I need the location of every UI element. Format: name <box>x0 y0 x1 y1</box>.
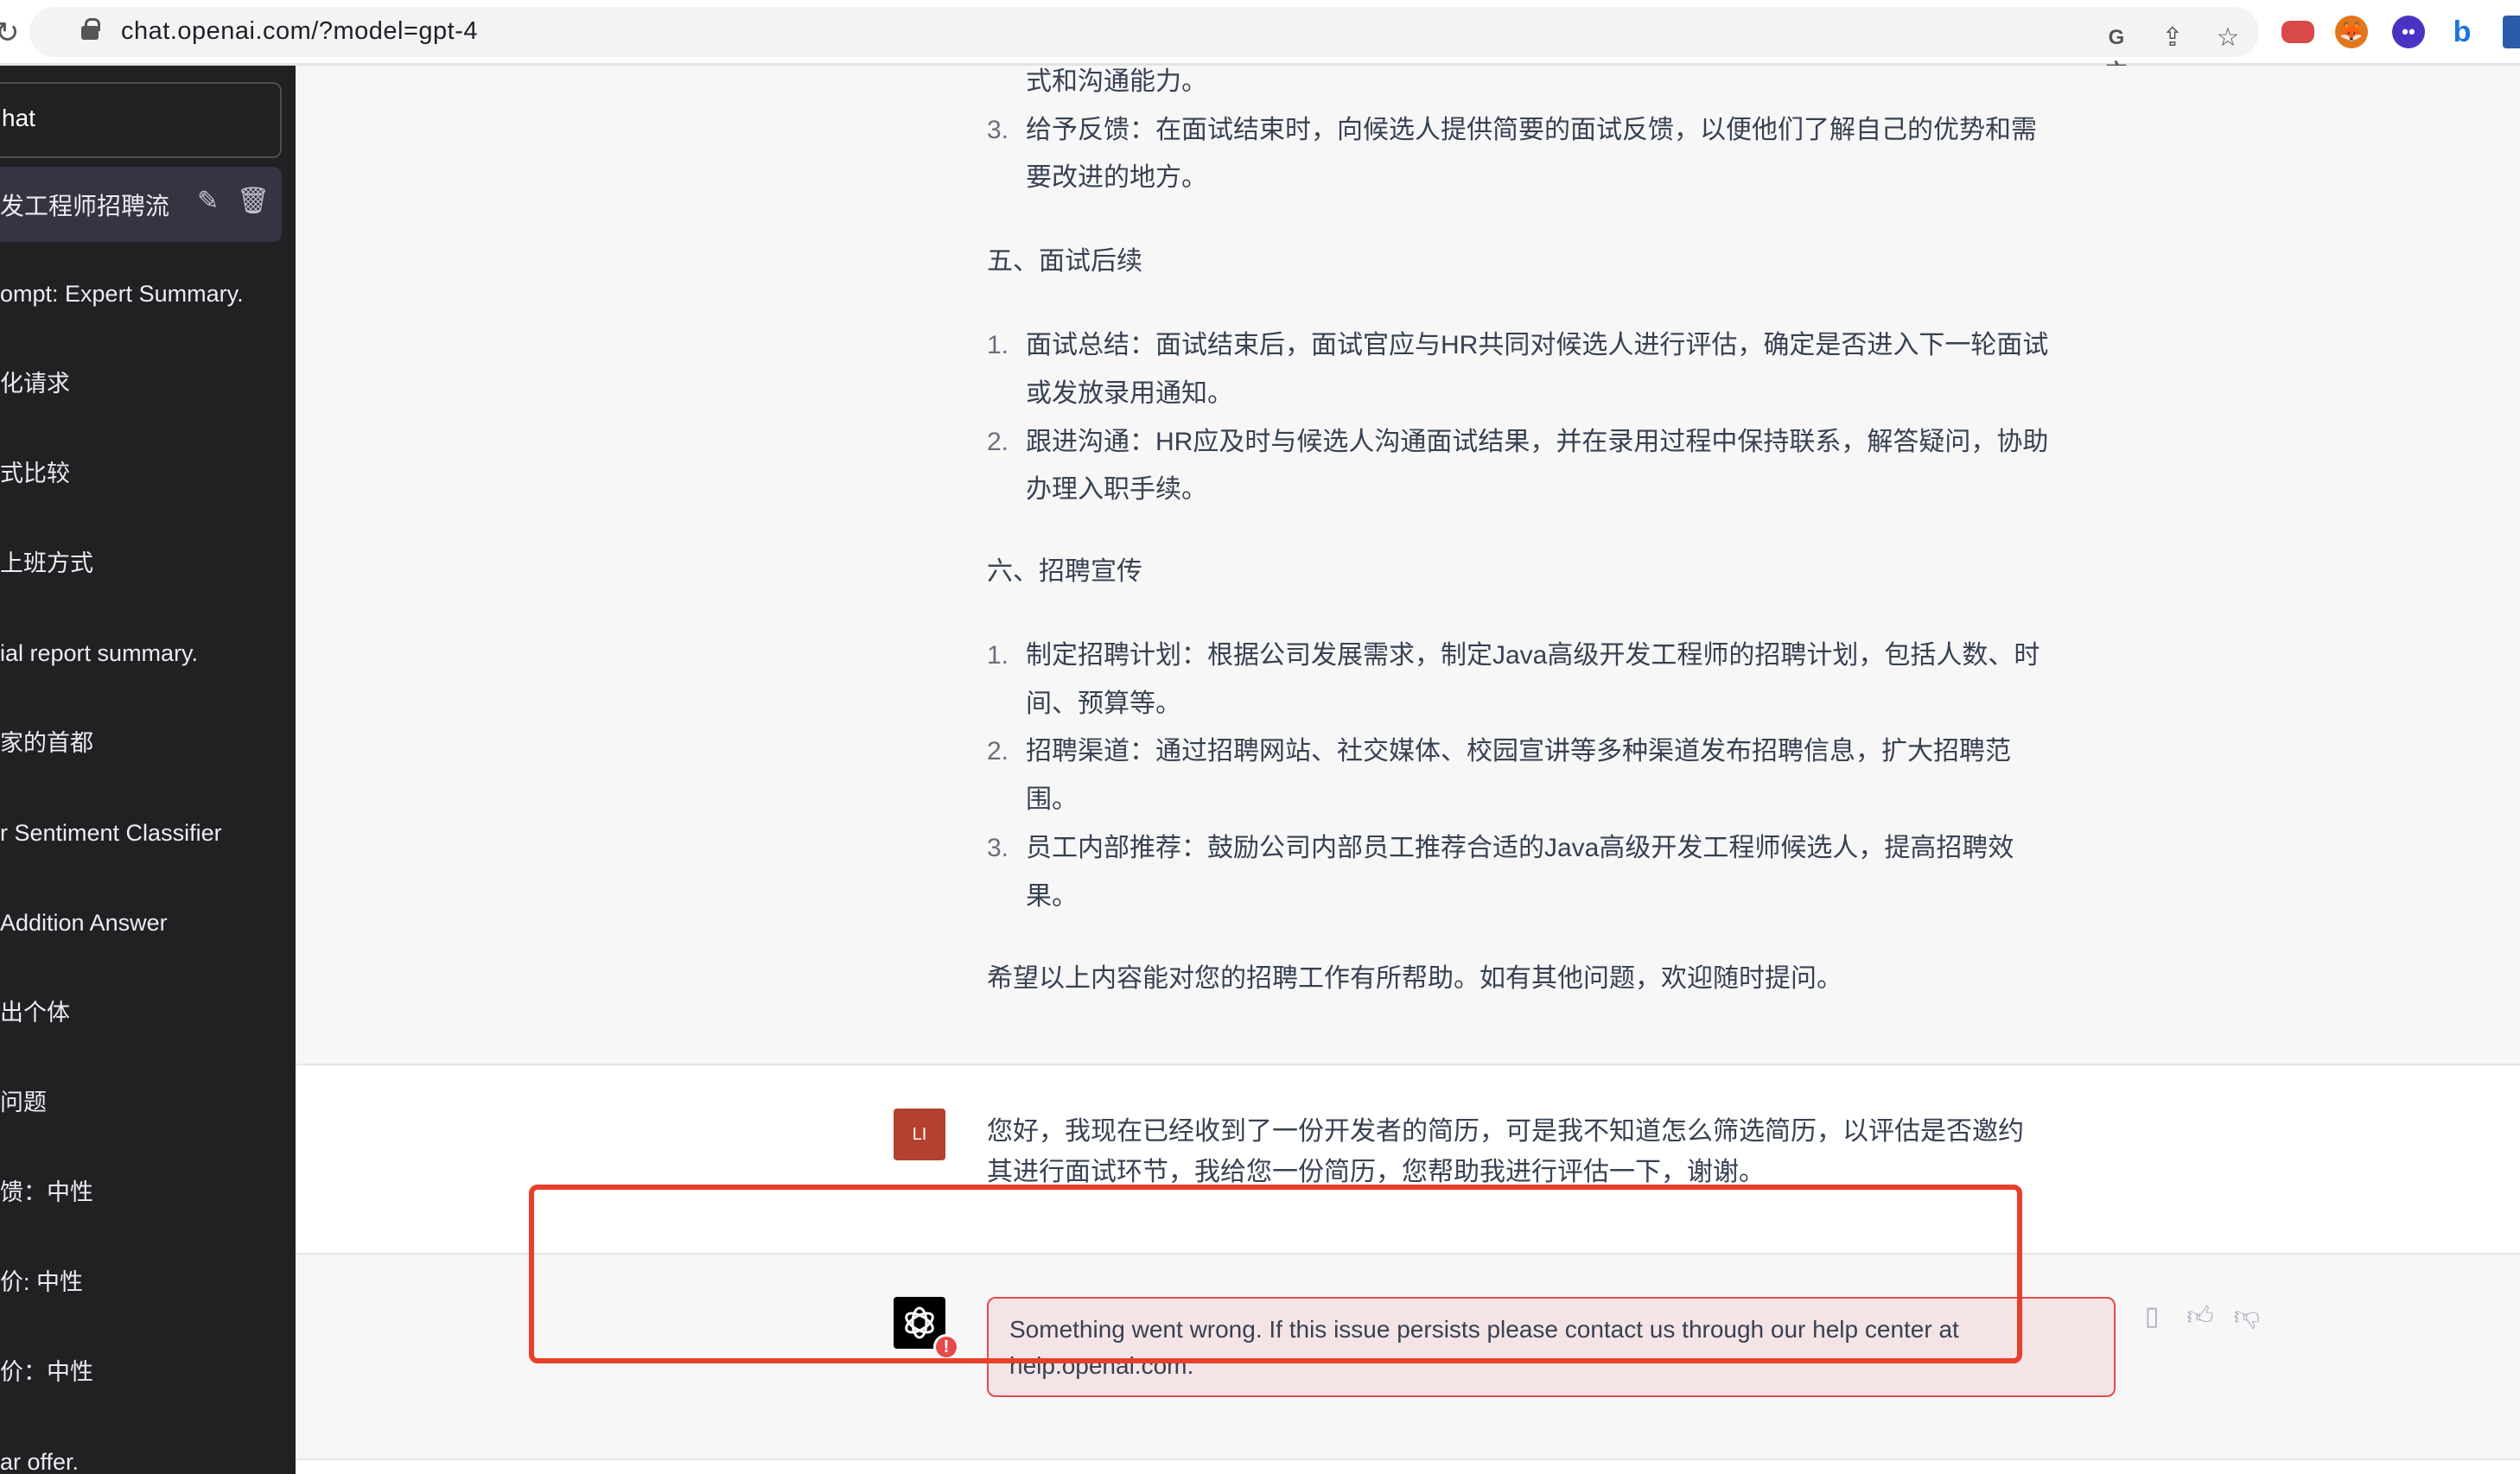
list-number: 2. <box>987 428 1009 456</box>
sidebar-item[interactable]: 式比较 <box>0 456 70 491</box>
new-chat-label: hat <box>2 105 35 131</box>
list-item-text: 制定招聘计划：根据公司发展需求，制定Java高级开发工程师的招聘计划，包括人数、… <box>1026 641 2040 670</box>
section-text: 希望以上内容能对您的招聘工作有所帮助。如有其他问题，欢迎随时提问。 <box>987 964 1842 993</box>
sidebar-item[interactable]: 家的首都 <box>0 726 93 760</box>
list-item-text: 要改进的地方。 <box>1026 163 1207 192</box>
star-icon[interactable]: ☆ <box>2211 21 2245 55</box>
sidebar-item[interactable]: 价: 中性 <box>0 1265 83 1299</box>
expressvpn-extension-icon[interactable] <box>2281 21 2314 43</box>
list-number: 2. <box>987 737 1009 766</box>
sidebar-item[interactable]: Addition Answer <box>0 905 168 940</box>
edit-icon[interactable]: ✎ <box>197 186 219 216</box>
copy-icon[interactable]: ▯ <box>2136 1301 2167 1336</box>
sidebar-item-active[interactable]: 发工程师招聘流 ✎ 🗑 <box>0 167 282 242</box>
list-item-text: 员工内部推荐：鼓励公司内部员工推荐合适的Java高级开发工程师候选人，提高招聘效 <box>1026 834 2014 862</box>
sidebar-item-label: 发工程师招聘流 <box>0 193 170 219</box>
thumbs-down-icon[interactable]: 👎︎ <box>2231 1301 2262 1336</box>
list-number: 1. <box>987 331 1009 359</box>
sidebar: hat 发工程师招聘流 ✎ 🗑 ompt: Expert Summary. 化请求… <box>0 66 296 1474</box>
thumbs-up-icon[interactable]: 👍︎ <box>2185 1301 2216 1336</box>
list-item-text: 或发放录用通知。 <box>1026 379 1233 408</box>
sidebar-item[interactable]: 价：中性 <box>0 1355 93 1389</box>
list-number: 3. <box>987 834 1009 862</box>
assistant-message: 式和沟通能力。 3. 给予反馈：在面试结束时，向候选人提供简要的面试反馈，以便他们了… <box>296 66 2520 1065</box>
sidebar-item[interactable]: r Sentiment Classifier <box>0 816 222 850</box>
sidebar-item[interactable]: 出个体 <box>0 995 70 1030</box>
sidebar-item[interactable]: ompt: Expert Summary. <box>0 276 244 311</box>
list-item-text: 式和沟通能力。 <box>1026 67 1207 96</box>
list-item-text: 面试总结：面试结束后，面试官应与HR共同对候选人进行评估，确定是否进入下一轮面试 <box>1026 331 2049 359</box>
new-chat-button[interactable]: hat <box>0 82 282 158</box>
list-item-text: 招聘渠道：通过招聘网站、社交媒体、校园宣讲等多种渠道发布招聘信息，扩大招聘范 <box>1026 737 2011 766</box>
address-bar[interactable]: chat.openai.com/?model=gpt-4 G文 ⇪ ☆ <box>29 7 2259 84</box>
trash-icon[interactable]: 🗑 <box>237 186 270 216</box>
sidebar-item[interactable]: 馈：中性 <box>0 1175 93 1210</box>
section-text: 五、面试后续 <box>987 247 1142 276</box>
list-item-text: 果。 <box>1026 882 1078 911</box>
translate-icon[interactable]: G文 <box>2099 21 2134 84</box>
url-text[interactable]: chat.openai.com/?model=gpt-4 <box>121 17 478 46</box>
profile-extension-icon[interactable] <box>2503 16 2520 48</box>
lock-icon[interactable] <box>81 18 100 40</box>
sidebar-item[interactable]: 化请求 <box>0 366 70 401</box>
list-item-text: 跟进沟通：HR应及时与候选人沟通面试结果，并在录用过程中保持联系，解答疑问，协助 <box>1026 428 2049 456</box>
metamask-extension-icon[interactable]: 🦊 <box>2335 16 2368 48</box>
share-icon[interactable]: ⇪ <box>2155 21 2190 55</box>
chat-extension-icon[interactable]: •• <box>2392 16 2425 48</box>
user-avatar: LI <box>894 1109 945 1160</box>
list-item-text: 围。 <box>1026 785 1078 814</box>
sidebar-item[interactable]: ial report summary. <box>0 636 198 670</box>
error-highlight-annotation <box>529 1185 2022 1363</box>
list-item-text: 办理入职手续。 <box>1026 475 1207 504</box>
section-text: 六、招聘宣传 <box>987 557 1142 586</box>
sidebar-item[interactable]: 上班方式 <box>0 546 93 581</box>
bing-extension-icon[interactable]: b <box>2446 16 2479 48</box>
browser-toolbar: ↻ chat.openai.com/?model=gpt-4 G文 ⇪ ☆ 🦊 … <box>0 0 2520 84</box>
list-number: 1. <box>987 641 1009 670</box>
list-number: 3. <box>987 116 1009 144</box>
sidebar-item[interactable]: ar offer. <box>0 1445 79 1474</box>
reload-icon[interactable]: ↻ <box>0 16 20 50</box>
list-item-text: 间、预算等。 <box>1026 689 1181 718</box>
user-message-line: 您好，我现在已经收到了一份开发者的简历，可是我不知道怎么筛选简历，以评估是否邀约 <box>987 1117 2024 1146</box>
sidebar-item[interactable]: 问题 <box>0 1085 47 1120</box>
list-item-text: 给予反馈：在面试结束时，向候选人提供简要的面试反馈，以便他们了解自己的优势和需 <box>1026 116 2037 144</box>
